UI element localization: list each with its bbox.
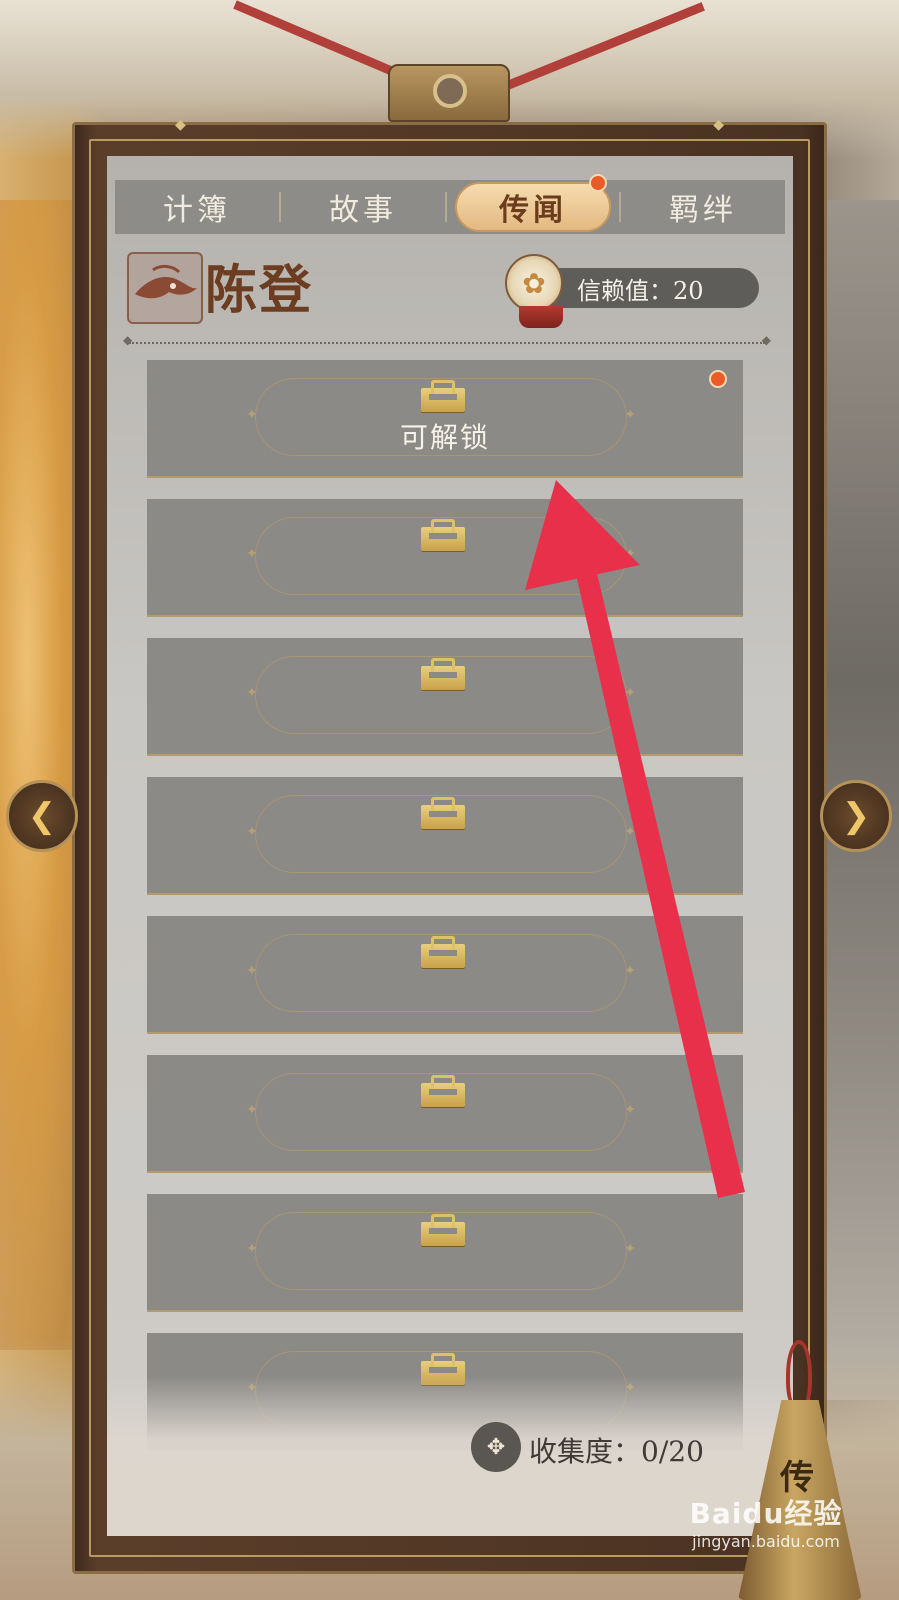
lock-icon (421, 519, 465, 551)
watermark-brand: Baidu经验 (689, 1497, 843, 1530)
tab-bar: 计簿 故事 传闻 羁绊 (115, 174, 785, 234)
pouch-icon: ✥ (471, 1422, 521, 1472)
diamond-ornament-icon: ◆ (175, 117, 186, 133)
lock-icon (421, 1075, 465, 1107)
notification-dot (589, 174, 607, 192)
character-name: 陈登 (205, 260, 314, 321)
rumor-entry-unlockable[interactable]: 可解锁 (147, 360, 743, 478)
tab-story[interactable]: 故事 (281, 180, 445, 234)
hanger-ring-icon (433, 74, 467, 108)
tab-bond[interactable]: 羁绊 (621, 180, 785, 234)
collection-label: 收集度：0/20 (529, 1435, 704, 1468)
tassel-icon (519, 306, 563, 328)
tab-label: 传闻 (499, 193, 567, 228)
rumor-entry-locked[interactable] (147, 777, 743, 895)
rumor-entry-locked[interactable] (147, 499, 743, 617)
lock-icon (421, 380, 465, 412)
lock-icon (421, 1214, 465, 1246)
watermark: Baidu经验 jingyan.baidu.com (676, 1492, 856, 1551)
notification-dot (709, 370, 727, 388)
tab-rumor[interactable]: 传闻 (451, 174, 615, 234)
tab-label: 羁绊 (669, 193, 737, 228)
next-character-button[interactable]: ❯ (820, 780, 892, 852)
character-header: 陈登 信赖值：20 ✿ (127, 252, 777, 332)
diamond-ornament-icon: ◆ (713, 117, 724, 133)
rumor-panel: 计簿 故事 传闻 羁绊 陈登 信赖值：20 ✿ ◆ ◆ ✦ ✦ 可解锁 ✦ ✦ … (107, 156, 793, 1536)
flower-token-icon: ✿ (505, 254, 563, 312)
rumor-entry-locked[interactable] (147, 916, 743, 1034)
tab-ledger[interactable]: 计簿 (115, 180, 279, 234)
arrow-left-icon: ❮ (27, 796, 57, 836)
prev-character-button[interactable]: ❮ (6, 780, 78, 852)
character-emblem-icon (127, 252, 203, 324)
tab-label: 计簿 (163, 193, 231, 228)
bell-cord-icon (786, 1340, 812, 1410)
rumor-entry-locked[interactable] (147, 1194, 743, 1312)
unlockable-label: 可解锁 (399, 421, 490, 454)
frame-hanger (388, 64, 510, 122)
rumor-bell-button[interactable]: 传 (738, 1340, 868, 1600)
arrow-right-icon: ❯ (841, 796, 871, 836)
trust-value: 信赖值：20 (577, 277, 704, 305)
rumor-entry-locked[interactable] (147, 1055, 743, 1173)
rumor-entry-locked[interactable] (147, 638, 743, 756)
lock-icon (421, 658, 465, 690)
tab-label: 故事 (329, 193, 397, 228)
tab-divider (445, 192, 447, 222)
lock-icon (421, 936, 465, 968)
lock-icon (421, 797, 465, 829)
watermark-url: jingyan.baidu.com (692, 1532, 840, 1551)
header-divider (123, 333, 771, 347)
